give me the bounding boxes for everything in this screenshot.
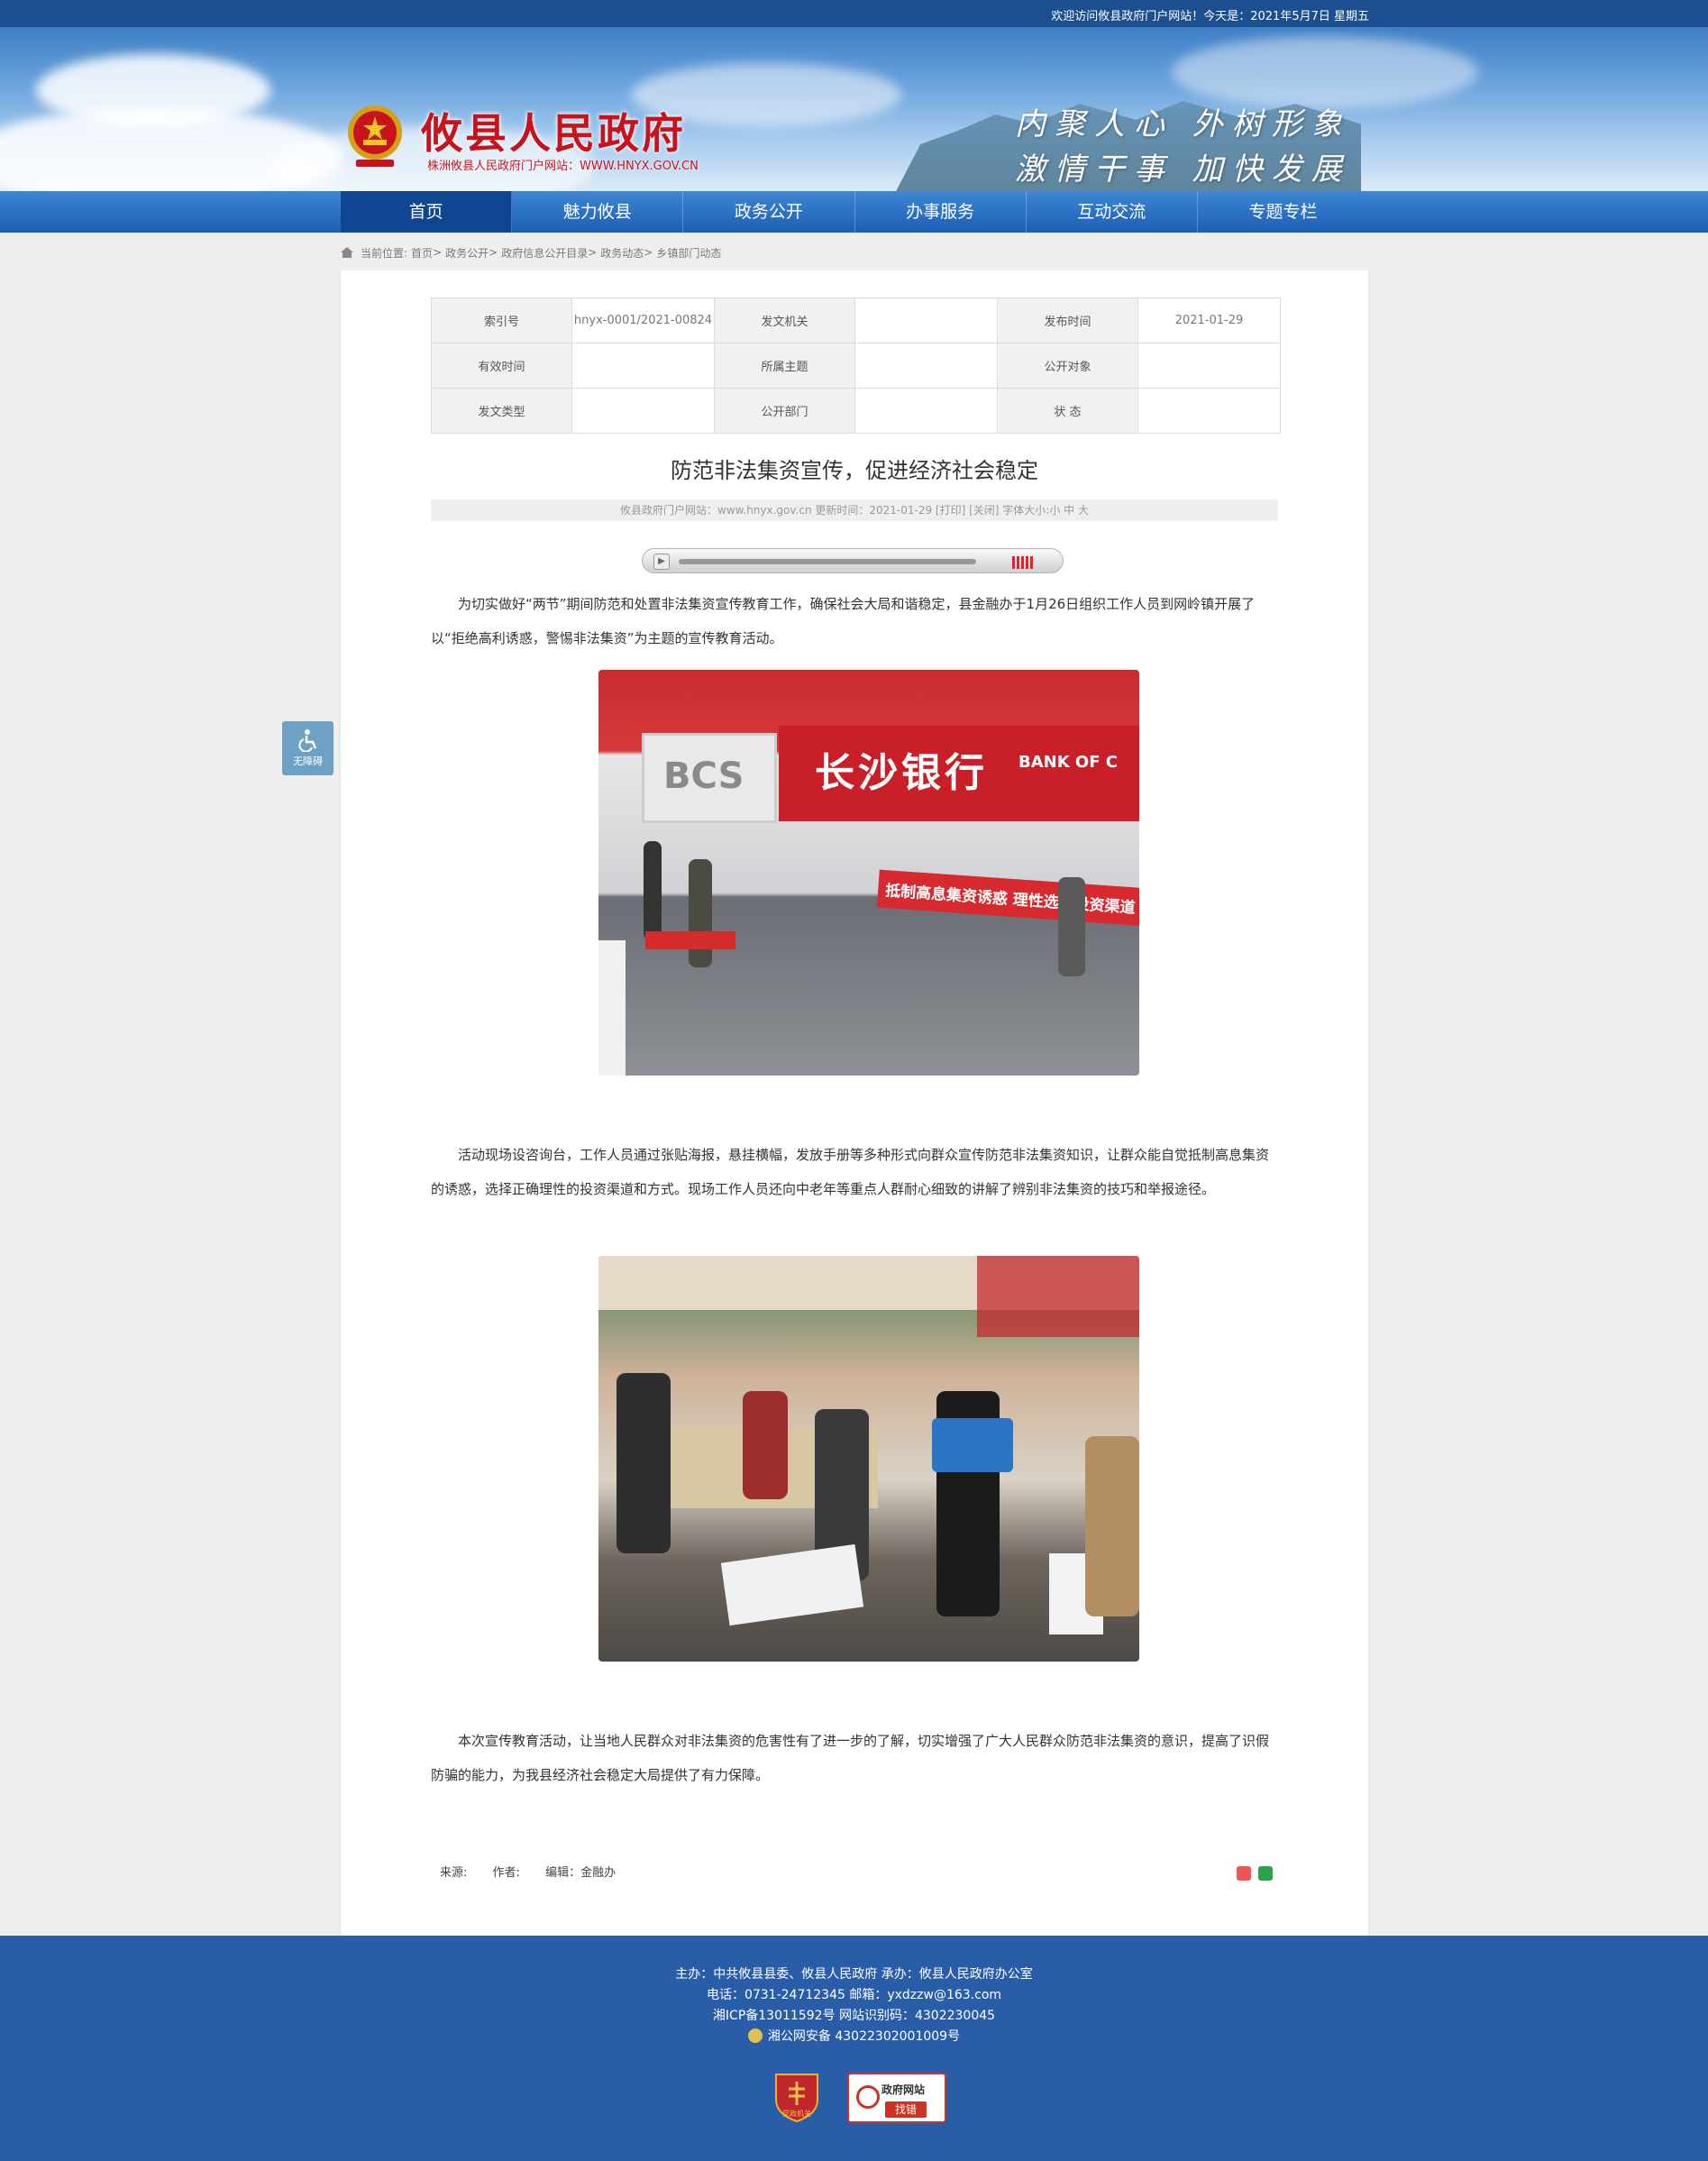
meta-key: 公开部门: [714, 388, 855, 434]
nav-item-services[interactable]: 办事服务: [855, 191, 1027, 233]
meta-key: 索引号: [431, 298, 572, 343]
main-nav: 首页 魅力攸县 政务公开 办事服务 互动交流 专题专栏: [0, 191, 1708, 233]
meta-value: [1137, 343, 1281, 389]
wheelchair-icon: [297, 729, 316, 752]
nav-item-charm[interactable]: 魅力攸县: [512, 191, 684, 233]
accessibility-label: 无障碍: [293, 755, 323, 767]
meta-key: 发布时间: [997, 298, 1138, 343]
welcome-text: 欢迎访问攸县政府门户网站！今天是：2021年5月7日 星期五: [1051, 10, 1369, 23]
article-paragraph: 本次宣传教育活动，让当地人民群众对非法集资的危害性有了进一步的了解，切实增强了广…: [431, 1733, 1270, 1783]
meta-key: 有效时间: [431, 343, 572, 389]
breadcrumb: 当前位置: 首页 > 政务公开 > 政府信息公开目录 > 政务动态 > 乡镇部门动态: [341, 243, 721, 261]
article-info-bar: 攸县政府门户网站：www.hnyx.gov.cn 更新时间：2021-01-29…: [431, 499, 1278, 521]
article-source: 来源:: [440, 1866, 468, 1880]
breadcrumb-home[interactable]: 首页: [411, 245, 433, 261]
article-author: 作者:: [492, 1866, 520, 1880]
article-editor: 编辑：金融办: [545, 1866, 617, 1880]
site-name: 攸县人民政府: [421, 109, 686, 158]
gov-site-label: 政府网站: [881, 2083, 926, 2096]
accessibility-button[interactable]: 无障碍: [282, 721, 333, 775]
magnifier-icon: [856, 2085, 880, 2109]
photo-sign-left: BCS: [663, 755, 744, 797]
national-emblem-icon: [348, 105, 402, 167]
svg-text:党政机关: 党政机关: [782, 2109, 811, 2118]
breadcrumb-label: 当前位置:: [361, 246, 408, 260]
audio-player[interactable]: ▶: [642, 548, 1064, 573]
home-icon: [341, 247, 353, 258]
nav-item-special[interactable]: 专题专栏: [1198, 191, 1368, 233]
report-error-label: 找错: [885, 2101, 927, 2118]
slogan-line-1: 内聚人心 外树形象: [1015, 106, 1351, 142]
meta-table: 索引号 hnyx-0001/2021-00824 发文机关 发布时间 2021-…: [431, 298, 1281, 434]
meta-key: 公开对象: [997, 343, 1138, 389]
footer-organizer: 主办：中共攸县县委、攸县人民政府 承办：攸县人民政府办公室: [675, 1967, 1033, 1982]
article-photo-2: [598, 1256, 1139, 1662]
site-footer: 主办：中共攸县县委、攸县人民政府 承办：攸县人民政府办公室 电话：0731-24…: [0, 1936, 1708, 2161]
meta-value: 2021-01-29: [1137, 298, 1281, 343]
meta-value: [854, 388, 998, 434]
photo-sign-en: BANK OF C: [1018, 753, 1119, 772]
meta-key: 发文类型: [431, 388, 572, 434]
header-banner: 攸县人民政府 株洲攸县人民政府门户网站：WWW.HNYX.GOV.CN 内聚人心…: [0, 27, 1708, 191]
slogan-line-2: 激情干事 加快发展: [1015, 151, 1351, 188]
top-bar: 欢迎访问攸县政府门户网站！今天是：2021年5月7日 星期五: [0, 0, 1708, 27]
breadcrumb-catalog[interactable]: 政府信息公开目录: [501, 245, 588, 261]
article-footer-meta: 来源: 作者: 编辑：金融办: [440, 1863, 637, 1880]
share-wechat-icon[interactable]: [1258, 1866, 1273, 1881]
nav-item-home[interactable]: 首页: [341, 191, 513, 233]
meta-value: [854, 343, 998, 389]
article-title: 防范非法集资宣传，促进经济社会稳定: [671, 458, 1038, 483]
site-subtitle: 株洲攸县人民政府门户网站：WWW.HNYX.GOV.CN: [427, 160, 699, 173]
nav-item-interaction[interactable]: 互动交流: [1027, 191, 1198, 233]
article-paragraph: 为切实做好“两节”期间防范和处置非法集资宣传教育工作，确保社会大局和谐稳定，县金…: [431, 596, 1256, 646]
party-gov-badge-icon[interactable]: 党政机关: [772, 2069, 821, 2123]
breadcrumb-gov-affairs[interactable]: 政务公开: [445, 245, 489, 261]
meta-value: hnyx-0001/2021-00824: [571, 298, 715, 343]
article-photo-1: BCS 长沙银行 BANK OF C 抵制高息集资诱惑 理性选择投资渠道: [598, 670, 1139, 1076]
nav-item-gov-affairs[interactable]: 政务公开: [683, 191, 855, 233]
meta-key: 状 态: [997, 388, 1138, 434]
footer-police-record: 湘公网安备 43022302001009号: [0, 2027, 1708, 2045]
meta-key: 所属主题: [714, 343, 855, 389]
article-paragraph: 活动现场设咨询台，工作人员通过张贴海报，悬挂横幅，发放手册等多种形式向群众宣传防…: [431, 1147, 1270, 1197]
breadcrumb-news[interactable]: 政务动态: [600, 245, 644, 261]
gov-site-error-report-button[interactable]: 政府网站 找错: [847, 2073, 946, 2123]
police-badge-icon: [747, 2028, 763, 2043]
meta-value: [1137, 388, 1281, 434]
meta-key: 发文机关: [714, 298, 855, 343]
meta-value: [571, 343, 715, 389]
meta-value: [854, 298, 998, 343]
play-icon[interactable]: ▶: [653, 554, 670, 570]
footer-contact: 电话：0731-24712345 邮箱：yxdzzw@163.com: [706, 1988, 1002, 2002]
breadcrumb-township[interactable]: 乡镇部门动态: [656, 245, 721, 261]
audio-progress-track[interactable]: [679, 559, 976, 564]
photo-sign-right: 长沙银行: [815, 750, 988, 796]
volume-icon[interactable]: [1012, 554, 1036, 569]
share-weibo-icon[interactable]: [1237, 1866, 1251, 1881]
footer-icp: 湘ICP备13011592号 网站识别码：4302230045: [712, 2009, 996, 2023]
meta-value: [571, 388, 715, 434]
